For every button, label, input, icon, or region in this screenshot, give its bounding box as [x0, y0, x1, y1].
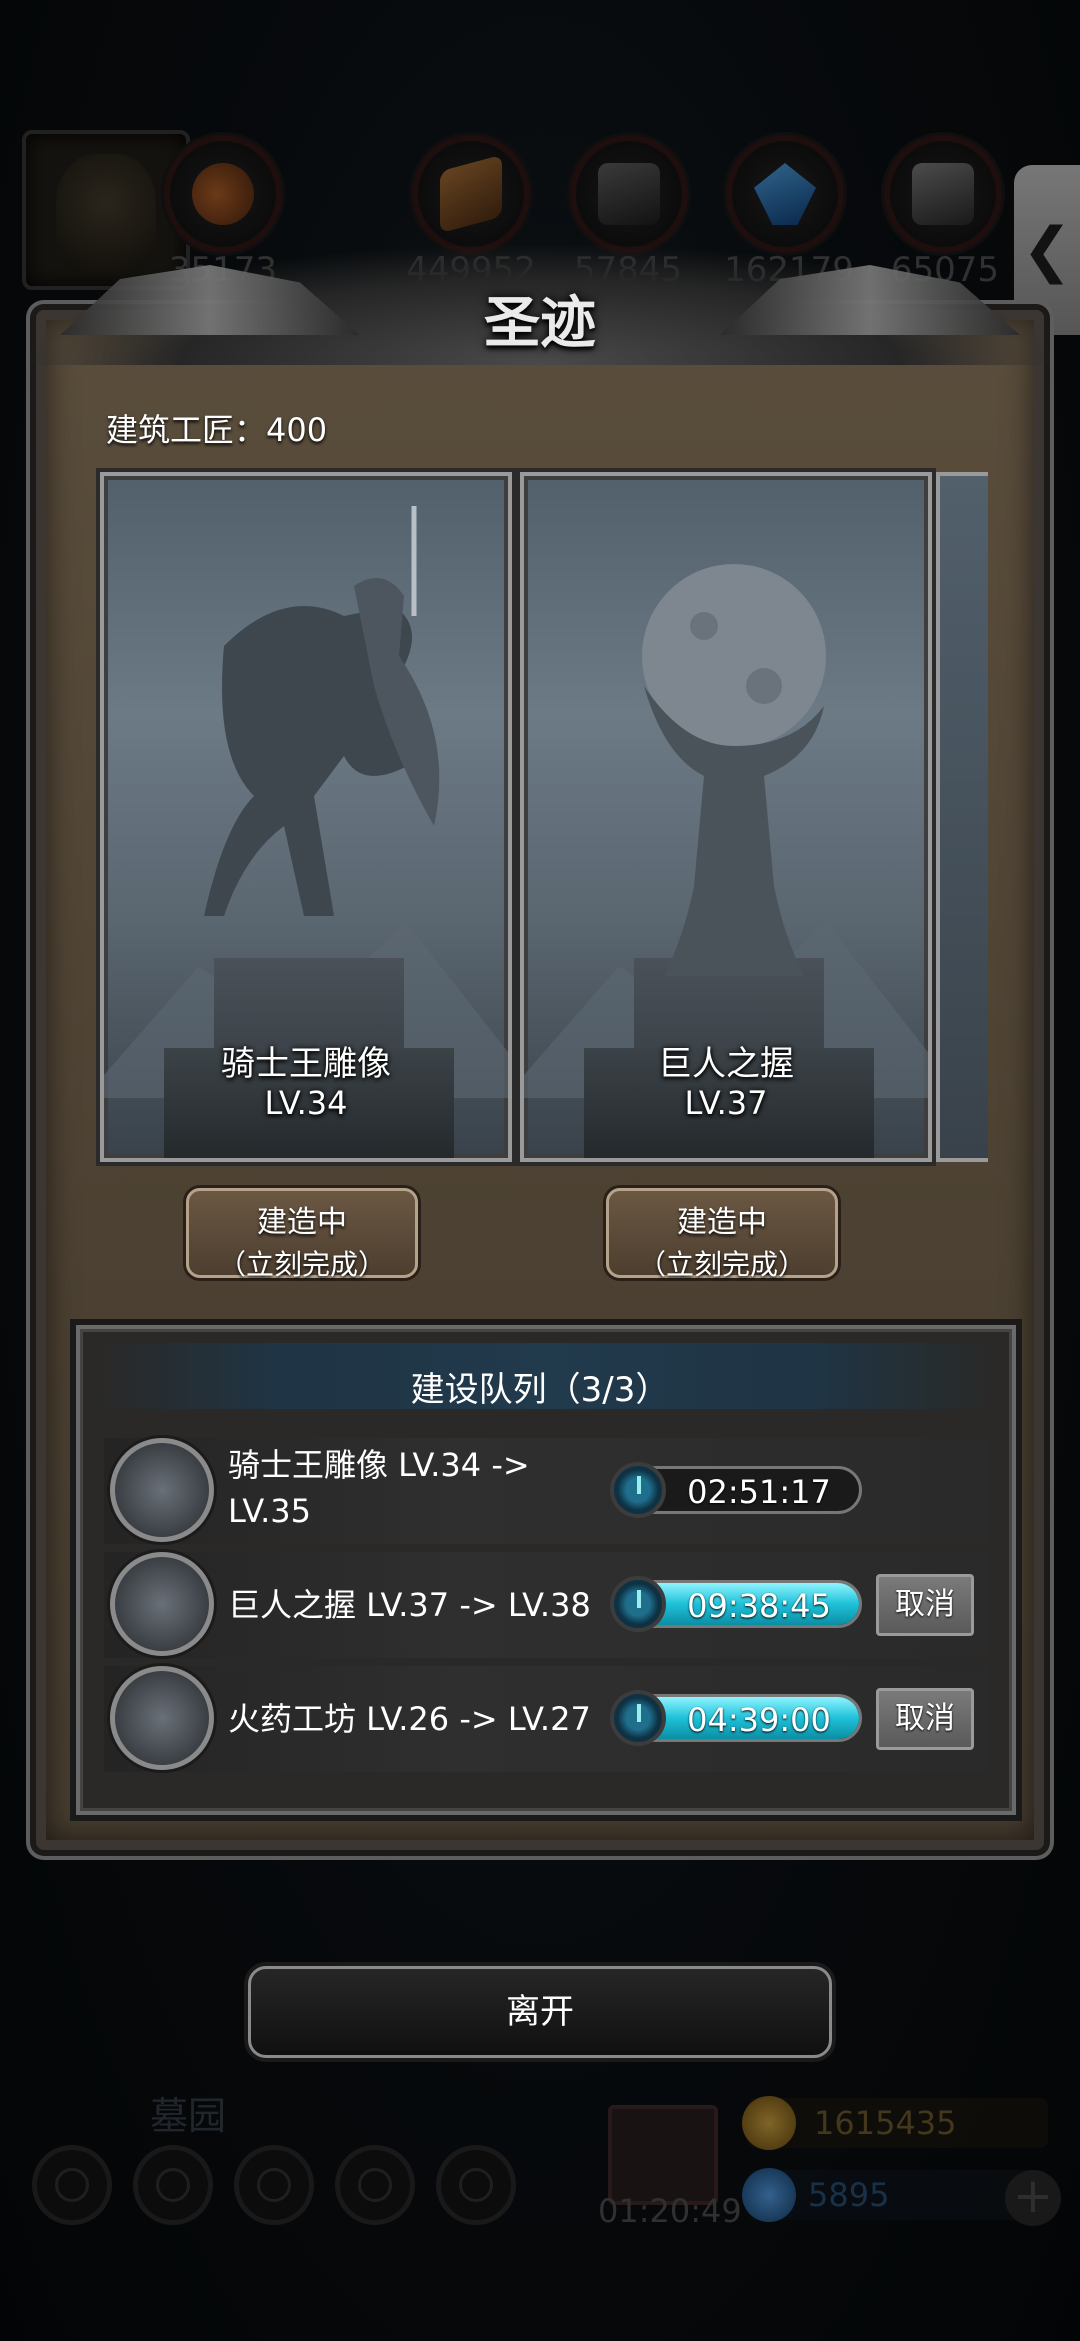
finish-now-button[interactable]: 建造中 （立刻完成）: [606, 1188, 838, 1281]
finish-now-label: （立刻完成）: [217, 1248, 386, 1281]
clock-icon: [610, 1690, 666, 1746]
gunpowder-workshop-icon: [110, 1666, 214, 1770]
wonder-card-next-partial[interactable]: [936, 472, 988, 1162]
queue-item-label: 巨人之握 LV.37 -> LV.38: [228, 1586, 591, 1624]
timer-text: 04:39:00: [687, 1701, 831, 1739]
wonder-name: 巨人之握: [658, 1044, 794, 1084]
queue-row: 骑士王雕像 LV.34 -> LV.35 02:51:17: [104, 1438, 988, 1544]
wonder-card-knight-king[interactable]: 骑士王雕像 LV.34: [100, 472, 512, 1162]
builders-count: 建筑工匠：400: [106, 411, 328, 449]
finish-now-label: （立刻完成）: [637, 1248, 806, 1281]
queue-item-label: 骑士王雕像 LV.34 -> LV.35: [228, 1442, 530, 1534]
clock-icon: [610, 1462, 666, 1518]
build-status-label: 建造中: [257, 1205, 347, 1240]
timer-text: 09:38:45: [687, 1587, 831, 1625]
wonder-level: LV.34: [264, 1084, 348, 1122]
wonder-level: LV.37: [684, 1084, 768, 1122]
panel-title: 圣迹: [484, 290, 596, 356]
giant-hand-statue-icon: [642, 564, 826, 976]
queue-item-label: 火药工坊 LV.26 -> LV.27: [228, 1700, 591, 1738]
leave-button[interactable]: 离开: [248, 1966, 832, 2058]
queue-row: 巨人之握 LV.37 -> LV.38 09:38:45 取消: [104, 1552, 988, 1658]
finish-now-button[interactable]: 建造中 （立刻完成）: [186, 1188, 418, 1281]
queue-item-line2: LV.35: [228, 1492, 311, 1530]
cancel-button[interactable]: 取消: [876, 1688, 974, 1750]
wonder-card-giants-grip[interactable]: 巨人之握 LV.37: [520, 472, 932, 1162]
giants-grip-icon: [110, 1552, 214, 1656]
wonder-name: 骑士王雕像: [221, 1044, 391, 1084]
timer-text: 02:51:17: [687, 1473, 831, 1511]
build-status-label: 建造中: [677, 1205, 767, 1240]
cancel-button[interactable]: 取消: [876, 1574, 974, 1636]
clock-icon: [610, 1576, 666, 1632]
queue-row: 火药工坊 LV.26 -> LV.27 04:39:00 取消: [104, 1666, 988, 1772]
queue-title: 建设队列（3/3）: [410, 1370, 670, 1410]
knight-king-icon: [110, 1438, 214, 1542]
queue-item-line1: 骑士王雕像 LV.34 ->: [228, 1446, 530, 1484]
knight-statue-icon: [204, 506, 440, 916]
